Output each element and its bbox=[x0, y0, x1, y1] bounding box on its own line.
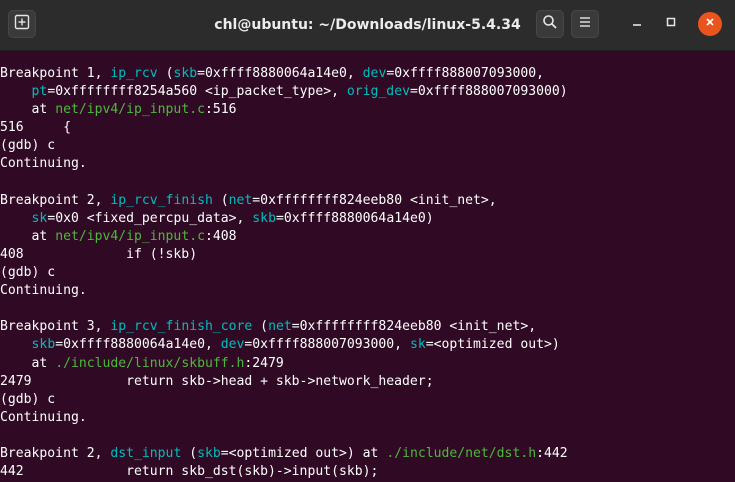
argument-name: sk bbox=[31, 210, 48, 226]
argument-name: sk bbox=[409, 337, 426, 353]
argument-name: net bbox=[228, 192, 253, 208]
terminal-text: at bbox=[0, 355, 56, 371]
terminal-line: pt=0xffffffff8254a560 <ip_packet_type>, … bbox=[0, 83, 735, 101]
terminal-line: (gdb) c bbox=[0, 137, 735, 155]
close-icon bbox=[704, 15, 716, 33]
terminal-line: Continuing. bbox=[0, 282, 735, 300]
terminal-line: Breakpoint 1, ip_rcv (skb=0xffff8880064a… bbox=[0, 65, 735, 83]
terminal-text: Breakpoint 2, bbox=[0, 192, 111, 208]
terminal-text: =0xffffffff824eeb80 <init_net>, bbox=[291, 319, 537, 335]
minimize-button[interactable] bbox=[625, 12, 649, 36]
terminal-text: (gdb) c bbox=[0, 391, 56, 407]
terminal-text: Continuing. bbox=[0, 156, 87, 172]
terminal-line: 408 if (!skb) bbox=[0, 246, 735, 264]
terminal-line: at net/ipv4/ip_input.c:408 bbox=[0, 228, 735, 246]
argument-name: dev bbox=[220, 337, 245, 353]
argument-name: skb bbox=[252, 210, 276, 226]
argument-name: skb bbox=[31, 337, 56, 353]
terminal-text: ( bbox=[157, 66, 174, 81]
terminal-text: ( bbox=[212, 192, 229, 208]
terminal-text: =0xffffffff8254a560 <ip_packet_type>, bbox=[47, 84, 347, 100]
source-file-path: ./include/net/dst.h bbox=[386, 445, 537, 461]
title-bar: chl@ubuntu: ~/Downloads/linux-5.4.34 bbox=[0, 0, 735, 51]
terminal-line: at net/ipv4/ip_input.c:516 bbox=[0, 101, 735, 119]
hamburger-menu-icon bbox=[578, 15, 592, 34]
terminal-text: =0xffff8880064a14e0, bbox=[197, 66, 363, 81]
terminal-text: Breakpoint 2, bbox=[0, 445, 111, 461]
terminal-text: =<optimized out>) at bbox=[220, 445, 387, 461]
maximize-icon bbox=[665, 15, 677, 33]
function-name: dst_input bbox=[110, 445, 182, 461]
source-file-path: net/ipv4/ip_input.c bbox=[55, 102, 205, 118]
terminal-text: ( bbox=[252, 319, 269, 335]
search-icon bbox=[542, 14, 558, 35]
terminal-text: =0x0 <fixed_percpu_data>, bbox=[47, 210, 253, 226]
terminal-text: 516 { bbox=[0, 120, 71, 136]
terminal-text: =0xffff8880064a14e0) bbox=[275, 210, 434, 226]
terminal-window: chl@ubuntu: ~/Downloads/linux-5.4.34 Bre… bbox=[0, 0, 735, 482]
terminal-output[interactable]: Breakpoint 1, ip_rcv (skb=0xffff8880064a… bbox=[0, 65, 735, 481]
search-button[interactable] bbox=[536, 10, 564, 38]
terminal-text: =0xffff8880064a14e0, bbox=[55, 337, 221, 353]
terminal-line: (gdb) c bbox=[0, 391, 735, 409]
terminal-line: Continuing. bbox=[0, 409, 735, 427]
terminal-text: =0xffff888007093000, bbox=[386, 66, 544, 81]
terminal-text: Continuing. bbox=[0, 283, 87, 299]
terminal-line: sk=0x0 <fixed_percpu_data>, skb=0xffff88… bbox=[0, 210, 735, 228]
terminal-line: Continuing. bbox=[0, 155, 735, 173]
terminal-line: skb=0xffff8880064a14e0, dev=0xffff888007… bbox=[0, 336, 735, 354]
argument-name: net bbox=[268, 319, 292, 335]
argument-name: orig_dev bbox=[346, 84, 410, 100]
terminal-text: 442 return skb_dst(skb)->input(skb); bbox=[0, 464, 379, 480]
terminal-line: 2479 return skb->head + skb->network_hea… bbox=[0, 373, 735, 391]
terminal-text: (gdb) c bbox=[0, 138, 56, 154]
terminal-line: Breakpoint 3, ip_rcv_finish_core (net=0x… bbox=[0, 318, 735, 336]
terminal-line: 442 return skb_dst(skb)->input(skb); bbox=[0, 463, 735, 481]
source-file-path: net/ipv4/ip_input.c bbox=[55, 228, 205, 244]
terminal-text: at bbox=[0, 102, 56, 118]
terminal-text: =0xffff888007093000) bbox=[409, 84, 568, 100]
terminal-text: Breakpoint 3, bbox=[0, 319, 111, 335]
menu-button[interactable] bbox=[571, 10, 599, 38]
terminal-line: (gdb) c bbox=[0, 264, 735, 282]
argument-name: skb bbox=[197, 445, 221, 461]
terminal-text: Breakpoint 1, bbox=[0, 66, 111, 81]
terminal-text: :2479 bbox=[244, 355, 284, 371]
terminal-text: ( bbox=[181, 445, 198, 461]
terminal-text: at bbox=[0, 228, 56, 244]
maximize-button[interactable] bbox=[659, 12, 683, 36]
terminal-text: :408 bbox=[204, 228, 237, 244]
function-name: ip_rcv_finish bbox=[110, 192, 213, 208]
terminal-text: =<optimized out>) bbox=[425, 337, 560, 353]
terminal-line: at ./include/linux/skbuff.h:2479 bbox=[0, 355, 735, 373]
terminal-text: =0xffffffff824eeb80 <init_net>, bbox=[252, 192, 497, 208]
argument-name: dev bbox=[362, 66, 387, 81]
terminal-text: (gdb) c bbox=[0, 265, 56, 281]
terminal-line: Breakpoint 2, ip_rcv_finish (net=0xfffff… bbox=[0, 192, 735, 210]
terminal-line: Breakpoint 2, dst_input (skb=<optimized … bbox=[0, 445, 735, 463]
terminal-text: :442 bbox=[536, 445, 568, 461]
function-name: ip_rcv_finish_core bbox=[110, 319, 253, 335]
minimize-icon bbox=[631, 15, 643, 33]
function-name: ip_rcv bbox=[110, 66, 158, 81]
argument-name: pt bbox=[31, 84, 48, 100]
terminal-text: 408 if (!skb) bbox=[0, 246, 198, 262]
close-button[interactable] bbox=[698, 12, 722, 36]
terminal-text: =0xffff888007093000, bbox=[244, 337, 410, 353]
terminal-text: Continuing. bbox=[0, 409, 87, 425]
argument-name: skb bbox=[173, 66, 198, 81]
terminal-text: 2479 return skb->head + skb->network_hea… bbox=[0, 373, 434, 389]
terminal-text: :516 bbox=[204, 102, 237, 118]
terminal-line: 516 { bbox=[0, 119, 735, 137]
source-file-path: ./include/linux/skbuff.h bbox=[55, 355, 245, 371]
